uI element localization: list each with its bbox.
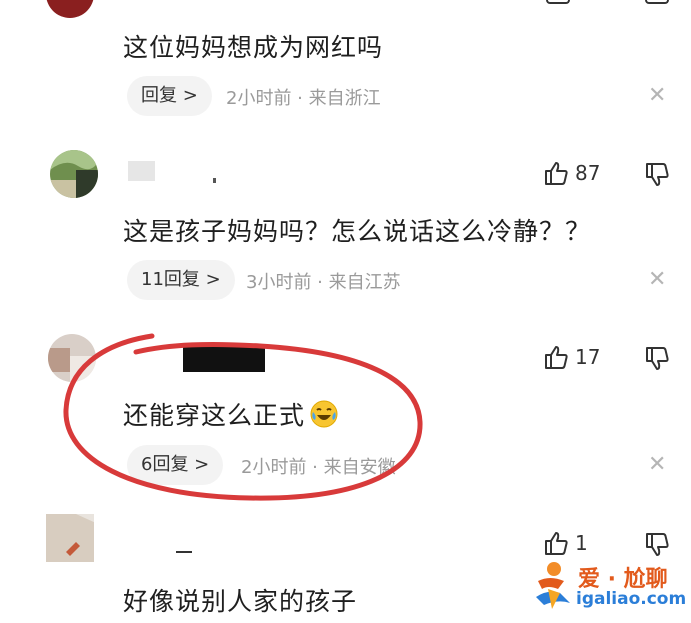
- username-redacted: [176, 551, 192, 553]
- thumbs-down-icon[interactable]: [645, 0, 669, 4]
- comment-text-body: 还能穿这么正式: [123, 401, 306, 430]
- username-redacted: [128, 161, 155, 181]
- reply-button[interactable]: 6回复 >: [127, 445, 224, 485]
- username-redacted: [183, 344, 265, 372]
- avatar[interactable]: [46, 0, 94, 18]
- watermark-url: igaliao.com: [576, 589, 687, 609]
- comment-text: 还能穿这么正式: [123, 396, 339, 432]
- close-icon[interactable]: ✕: [648, 269, 666, 291]
- like-button[interactable]: 17: [543, 344, 600, 370]
- comment-meta: 3小时前 · 来自江苏: [246, 272, 401, 293]
- close-icon[interactable]: ✕: [648, 454, 666, 476]
- avatar[interactable]: [50, 150, 98, 198]
- thumbs-up-icon[interactable]: [546, 0, 570, 4]
- like-button[interactable]: 87: [543, 160, 600, 186]
- thumbs-up-icon: [545, 162, 568, 185]
- comment-meta: 2小时前 · 来自浙江: [226, 88, 381, 109]
- thumbs-down-icon[interactable]: [644, 532, 670, 558]
- thumbs-down-icon[interactable]: [644, 346, 670, 372]
- avatar[interactable]: [46, 514, 94, 562]
- close-icon[interactable]: ✕: [648, 85, 666, 107]
- thumbs-up-icon: [545, 346, 568, 369]
- comment-text: 这是孩子妈妈吗？怎么说话这么冷静？？: [123, 217, 592, 246]
- comment-text: 好像说别人家的孩子: [123, 587, 358, 616]
- comment-meta: 2小时前 · 来自安徽: [241, 457, 396, 478]
- watermark: 爱 · 尬聊 igaliao.com: [530, 557, 687, 617]
- watermark-logo-icon: [536, 562, 570, 609]
- crying-laughing-emoji-icon: [310, 400, 338, 428]
- comment-text: 这位妈妈想成为网红吗: [123, 33, 384, 62]
- dot-mark: [213, 178, 216, 183]
- thumbs-down-icon[interactable]: [644, 162, 670, 188]
- reply-button[interactable]: 回复 >: [127, 76, 212, 116]
- like-count: 17: [575, 345, 601, 369]
- like-count: 87: [575, 161, 601, 185]
- like-count: 1: [575, 531, 588, 555]
- like-button[interactable]: 1: [543, 530, 588, 556]
- thumbs-up-icon: [545, 532, 568, 555]
- avatar[interactable]: [48, 334, 96, 382]
- reply-button[interactable]: 11回复 >: [127, 260, 235, 300]
